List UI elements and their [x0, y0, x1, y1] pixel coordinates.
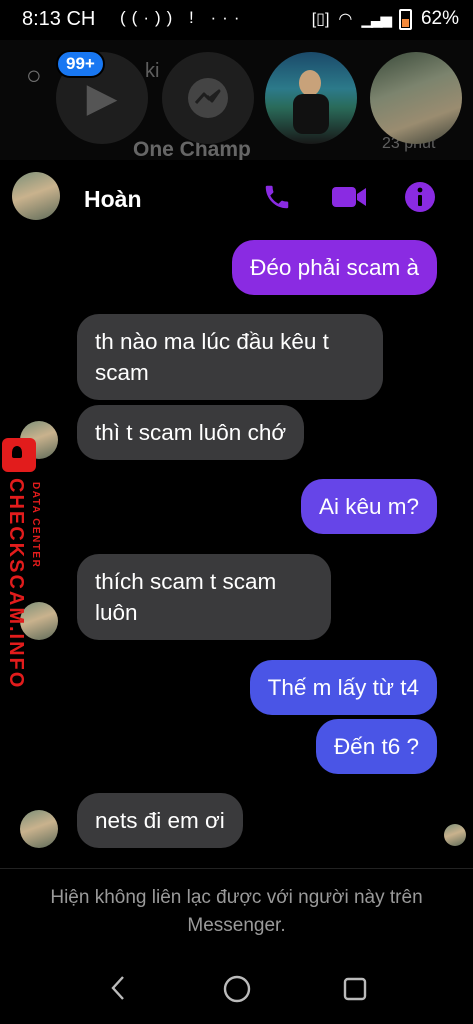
signal-hotspot-icon: ((·)) [120, 8, 179, 27]
unread-badge: 99+ [56, 50, 105, 78]
recents-icon[interactable] [342, 976, 368, 1002]
back-icon[interactable] [106, 974, 130, 1002]
search-text: ki [145, 60, 160, 82]
conversation-header [0, 160, 473, 236]
watermark-tagline: DATA CENTER [30, 482, 41, 569]
message-bubble-incoming[interactable]: thích scam t scam luôn [77, 554, 331, 640]
status-bar: 8:13 CH ((·)) ! ··· [▯] ◠ ▁▃▅ 62% [0, 0, 473, 40]
sender-avatar[interactable] [20, 810, 58, 848]
footer-divider [0, 868, 473, 869]
contact-avatar[interactable] [12, 172, 60, 220]
seen-receipt-avatar [444, 824, 466, 846]
status-time: 8:13 CH [22, 8, 96, 30]
more-icon: ··· [210, 8, 246, 27]
alert-icon: ! [189, 8, 200, 27]
unavailable-notice: Hiện không liên lạc được với người này t… [50, 887, 423, 936]
home-icon[interactable] [222, 974, 252, 1004]
battery-icon [398, 8, 412, 30]
chat-head-photo-2[interactable] [370, 52, 462, 144]
message-bubble-outgoing[interactable]: Đéo phải scam à [232, 240, 437, 295]
watermark-brand: CHECKSCAM.INFO [5, 478, 27, 690]
play-icon: ▶ [86, 76, 118, 120]
battery-percent: 62% [420, 8, 459, 29]
watermark-lock-icon [2, 438, 36, 472]
phone-call-icon[interactable] [262, 182, 292, 212]
info-icon[interactable] [404, 181, 436, 213]
messenger-chat-head[interactable] [162, 52, 254, 144]
message-bubble-incoming[interactable]: nets đi em ơi [77, 793, 243, 848]
message-bubble-incoming[interactable]: th nào ma lúc đầu kêu t scam [77, 314, 383, 400]
contact-name[interactable]: Hoàn [84, 186, 142, 213]
status-right-icons: [▯] ◠ ▁▃▅ 62% [312, 8, 459, 30]
vibrate-icon: [▯] [311, 11, 330, 28]
video-call-icon[interactable] [330, 182, 368, 212]
messenger-icon [188, 78, 228, 118]
message-bubble-outgoing[interactable]: Thế m lấy từ t4 [249, 660, 437, 715]
chat-head-photo-1[interactable] [265, 52, 357, 144]
search-icon: ○ [26, 60, 42, 90]
message-bubble-outgoing[interactable]: Đến t6 ? [315, 719, 437, 774]
message-bubble-outgoing[interactable]: Ai kêu m? [300, 479, 437, 534]
message-bubble-incoming[interactable]: thì t scam luôn chớ [77, 405, 305, 460]
wifi-icon: ◠ [338, 11, 353, 28]
status-left-icons: ((·)) ! ··· [120, 8, 246, 28]
navigation-bar [0, 950, 473, 1024]
cell-signal-icon: ▁▃▅ [361, 11, 392, 28]
